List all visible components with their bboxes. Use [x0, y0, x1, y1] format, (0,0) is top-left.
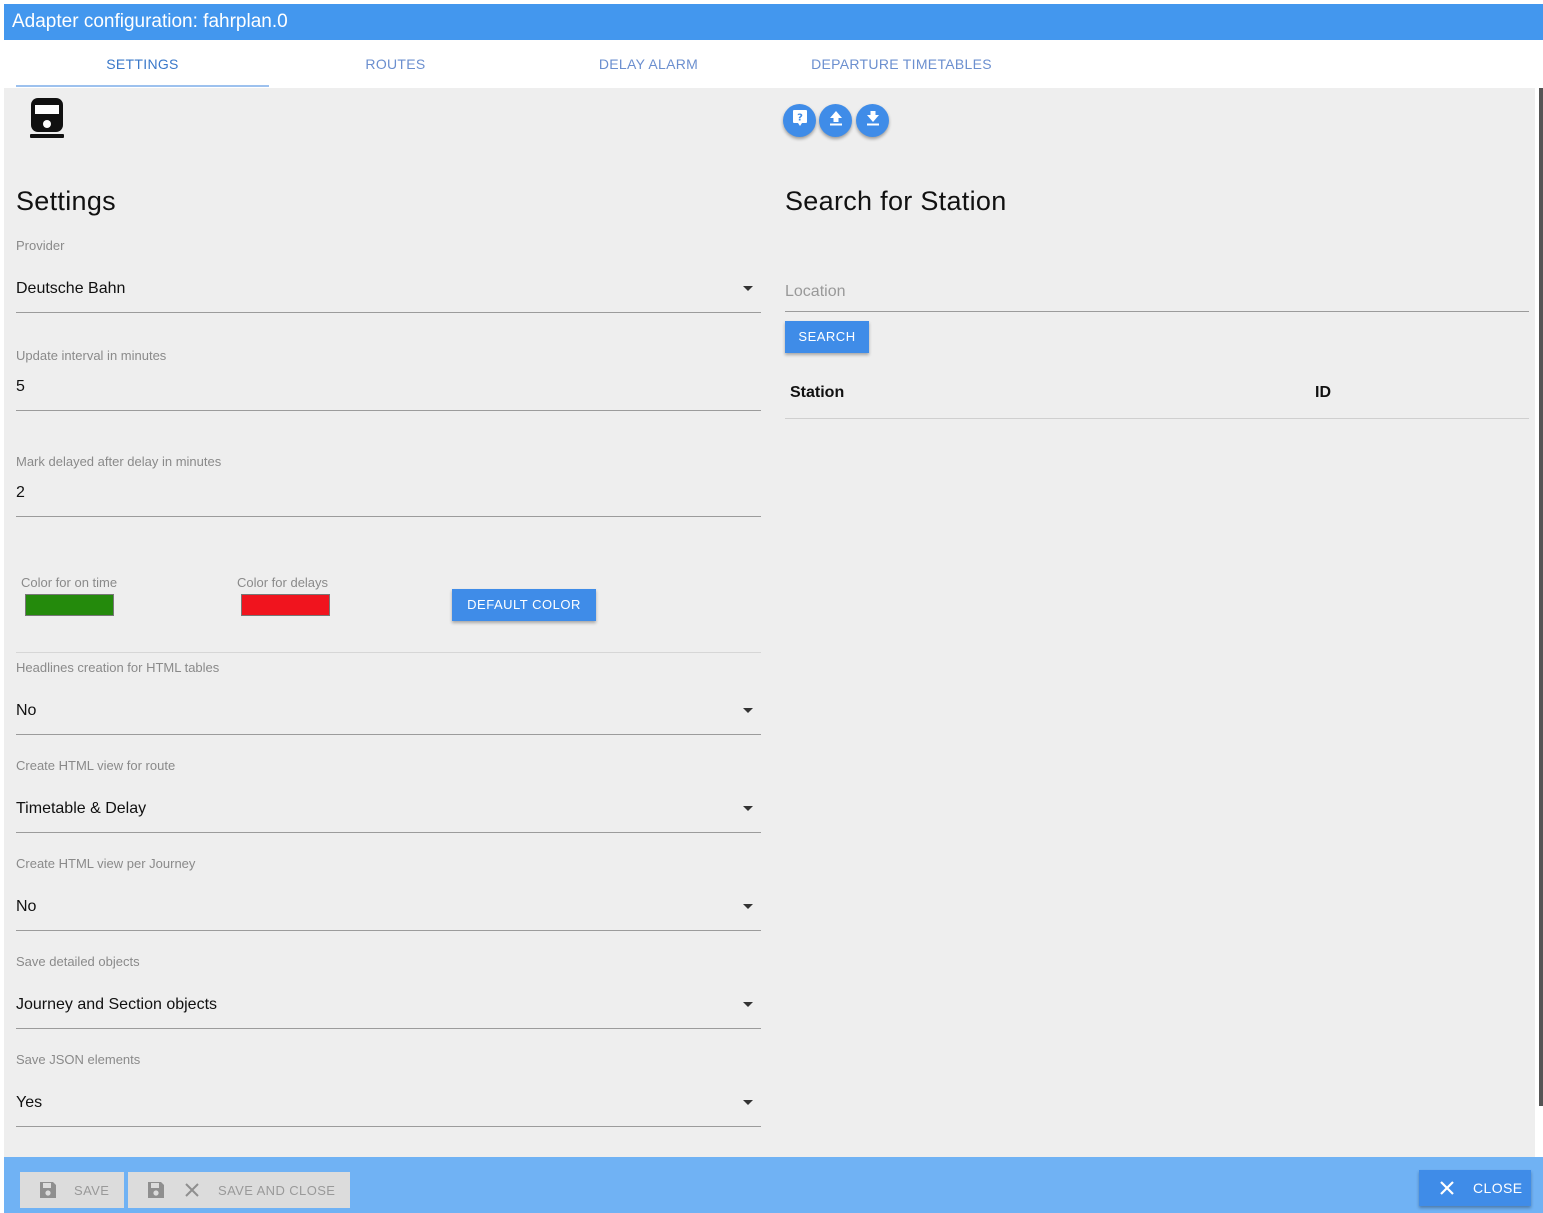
window-title: Adapter configuration: fahrplan.0	[12, 11, 288, 32]
headlines-select[interactable]: No	[16, 702, 36, 720]
update-interval-underline	[16, 410, 761, 411]
delays-color-label: Color for delays	[237, 575, 329, 590]
id-column-header: ID	[1315, 384, 1331, 401]
close-icon	[184, 1182, 200, 1198]
download-button[interactable]	[856, 104, 889, 137]
headlines-label: Headlines creation for HTML tables	[16, 660, 220, 675]
html-route-label: Create HTML view for route	[16, 758, 176, 773]
update-interval-input[interactable]: 5	[16, 378, 25, 396]
json-elements-select[interactable]: Yes	[16, 1094, 42, 1112]
html-journey-label: Create HTML view per Journey	[16, 856, 196, 871]
html-route-select[interactable]: Timetable & Delay	[16, 800, 146, 818]
close-button[interactable]: CLOSE	[1419, 1170, 1531, 1206]
chevron-down-icon[interactable]	[743, 1002, 753, 1007]
save-and-close-button[interactable]: SAVE AND CLOSE	[128, 1172, 350, 1208]
provider-label: Provider	[16, 238, 65, 253]
tab-bar: SETTINGS ROUTES DELAY ALARM DEPARTURE TI…	[16, 40, 1535, 88]
active-tab-indicator	[16, 85, 269, 87]
tab-settings[interactable]: SETTINGS	[16, 40, 269, 88]
save-icon	[146, 1180, 166, 1200]
chevron-down-icon[interactable]	[743, 286, 753, 291]
window-title-bar: Adapter configuration: fahrplan.0	[4, 4, 1543, 40]
upload-button[interactable]	[819, 104, 852, 137]
close-icon	[1439, 1180, 1455, 1196]
on-time-color-swatch[interactable]	[25, 594, 114, 616]
station-column-header: Station	[790, 384, 845, 401]
tab-delay-alarm[interactable]: DELAY ALARM	[522, 40, 775, 88]
divider	[16, 652, 761, 653]
station-search-heading: Search for Station	[785, 186, 1007, 216]
help-button[interactable]: ?	[783, 104, 816, 137]
delays-color-swatch[interactable]	[241, 594, 330, 616]
mark-delayed-underline	[16, 516, 761, 517]
save-icon	[38, 1180, 58, 1200]
table-header-divider	[785, 418, 1529, 419]
help-icon: ?	[792, 109, 808, 132]
html-route-underline	[16, 832, 761, 833]
settings-panel	[4, 88, 1535, 1157]
scrollbar[interactable]	[1539, 88, 1543, 1106]
save-button[interactable]: SAVE	[20, 1172, 124, 1208]
tab-routes[interactable]: ROUTES	[269, 40, 522, 88]
provider-underline	[16, 312, 761, 313]
location-input[interactable]	[785, 272, 1529, 312]
html-journey-underline	[16, 930, 761, 931]
default-color-button[interactable]: DEFAULT COLOR	[452, 589, 596, 621]
mark-delayed-input[interactable]: 2	[16, 484, 25, 502]
chevron-down-icon[interactable]	[743, 708, 753, 713]
detailed-objects-select[interactable]: Journey and Section objects	[16, 996, 217, 1014]
save-and-close-label: SAVE AND CLOSE	[218, 1182, 336, 1198]
provider-select[interactable]: Deutsche Bahn	[16, 280, 125, 298]
tab-departure-timetables[interactable]: DEPARTURE TIMETABLES	[775, 40, 1028, 88]
settings-heading: Settings	[16, 186, 116, 216]
close-label: CLOSE	[1473, 1180, 1523, 1196]
mark-delayed-label: Mark delayed after delay in minutes	[16, 454, 222, 469]
json-elements-underline	[16, 1126, 761, 1127]
search-button[interactable]: SEARCH	[785, 321, 869, 353]
detailed-objects-label: Save detailed objects	[16, 954, 140, 969]
json-elements-label: Save JSON elements	[16, 1052, 141, 1067]
update-interval-label: Update interval in minutes	[16, 348, 167, 363]
save-label: SAVE	[74, 1182, 110, 1198]
svg-text:?: ?	[797, 113, 803, 124]
chevron-down-icon[interactable]	[743, 806, 753, 811]
chevron-down-icon[interactable]	[743, 904, 753, 909]
headlines-underline	[16, 734, 761, 735]
train-icon	[27, 96, 67, 140]
html-journey-select[interactable]: No	[16, 898, 36, 916]
on-time-color-label: Color for on time	[21, 575, 118, 590]
download-icon	[866, 110, 880, 131]
chevron-down-icon[interactable]	[743, 1100, 753, 1105]
upload-icon	[829, 110, 843, 131]
detailed-objects-underline	[16, 1028, 761, 1029]
